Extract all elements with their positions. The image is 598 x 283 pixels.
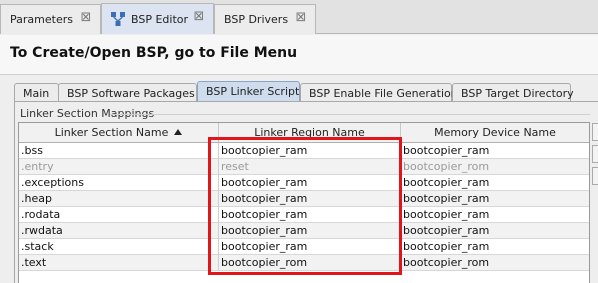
table-row[interactable]: .stack bootcopier_ram bootcopier_ram — [19, 239, 589, 255]
table-row[interactable]: .exceptions bootcopier_ram bootcopier_ra… — [19, 175, 589, 191]
tab-bsp-linker-script[interactable]: BSP Linker Script — [197, 81, 300, 102]
region-cell[interactable]: bootcopier_ram — [219, 239, 401, 255]
device-cell: bootcopier_rom — [403, 160, 490, 173]
tab-main[interactable]: Main — [14, 83, 59, 102]
table-row[interactable]: .bss bootcopier_ram bootcopier_ram — [19, 143, 589, 159]
close-icon[interactable]: ⊠ — [295, 11, 307, 24]
region-cell[interactable]: reset — [219, 159, 401, 175]
table-row[interactable]: .heap bootcopier_ram bootcopier_ram — [19, 191, 589, 207]
column-header-region[interactable]: Linker Region Name — [219, 123, 401, 142]
side-button-2[interactable] — [592, 145, 598, 163]
device-cell: bootcopier_ram — [403, 208, 490, 221]
region-cell[interactable]: bootcopier_ram — [219, 207, 401, 223]
bsp-editor-icon — [111, 12, 125, 26]
side-button-3[interactable] — [592, 167, 598, 185]
column-header-section-label: Linker Section Name — [54, 126, 169, 139]
column-header-device[interactable]: Memory Device Name — [401, 123, 589, 142]
side-button-1[interactable] — [592, 123, 598, 141]
section-cell: .text — [19, 255, 219, 271]
section-cell: .entry — [19, 159, 219, 175]
device-cell: bootcopier_ram — [403, 192, 490, 205]
device-cell: bootcopier_ram — [403, 144, 490, 157]
column-header-section[interactable]: Linker Section Name — [19, 123, 219, 142]
tab-bsp-target-directory[interactable]: BSP Target Directory — [452, 83, 574, 102]
editor-tab-bar: Parameters ⊠ BSP Editor ⊠ BSP Drivers ⊠ — [0, 0, 598, 34]
tab-parameters-label: Parameters — [10, 13, 73, 26]
table-row[interactable]: .rwdata bootcopier_ram bootcopier_ram — [19, 223, 589, 239]
close-icon[interactable]: ⊠ — [80, 11, 92, 24]
tab-bsp-editor-label: BSP Editor — [131, 12, 189, 26]
column-header-region-label: Linker Region Name — [254, 126, 365, 139]
tab-bsp-software-packages[interactable]: BSP Software Packages — [58, 83, 197, 102]
sort-ascending-icon — [174, 129, 183, 135]
region-cell[interactable]: bootcopier_ram — [219, 223, 401, 239]
section-cell: .exceptions — [19, 175, 219, 191]
section-cell: .rodata — [19, 207, 219, 223]
device-cell: bootcopier_ram — [403, 176, 490, 189]
linker-mapping-table: Linker Section Name Linker Region Name M… — [18, 122, 590, 283]
table-row[interactable]: .entry reset bootcopier_rom — [19, 159, 589, 175]
tab-bsp-drivers-label: BSP Drivers — [224, 13, 289, 26]
page-title: To Create/Open BSP, go to File Menu — [10, 45, 298, 61]
region-cell[interactable]: bootcopier_rom — [219, 255, 401, 271]
tab-bsp-editor[interactable]: BSP Editor ⊠ — [101, 3, 214, 34]
tab-bsp-drivers[interactable]: BSP Drivers ⊠ — [214, 4, 316, 34]
table-row[interactable]: .rodata bootcopier_ram bootcopier_ram — [19, 207, 589, 223]
column-header-device-label: Memory Device Name — [434, 126, 556, 139]
close-icon[interactable]: ⊠ — [193, 10, 205, 23]
section-cell: .rwdata — [19, 223, 219, 239]
tab-bsp-enable-file-generation[interactable]: BSP Enable File Generation — [300, 83, 458, 102]
bsp-tab-strip: Main BSP Software Packages BSP Linker Sc… — [0, 80, 598, 102]
region-cell[interactable]: bootcopier_ram — [219, 143, 401, 159]
table-row[interactable]: .text bootcopier_rom bootcopier_rom — [19, 255, 589, 271]
section-cell: .bss — [19, 143, 219, 159]
device-cell: bootcopier_rom — [403, 256, 490, 269]
section-divider — [110, 114, 590, 115]
region-cell[interactable]: bootcopier_ram — [219, 191, 401, 207]
tab-parameters[interactable]: Parameters ⊠ — [0, 4, 101, 34]
device-cell: bootcopier_ram — [403, 240, 490, 253]
region-cell[interactable]: bootcopier_ram — [219, 175, 401, 191]
device-cell: bootcopier_ram — [403, 224, 490, 237]
section-cell: .stack — [19, 239, 219, 255]
section-cell: .heap — [19, 191, 219, 207]
table-header: Linker Section Name Linker Region Name M… — [19, 123, 589, 143]
